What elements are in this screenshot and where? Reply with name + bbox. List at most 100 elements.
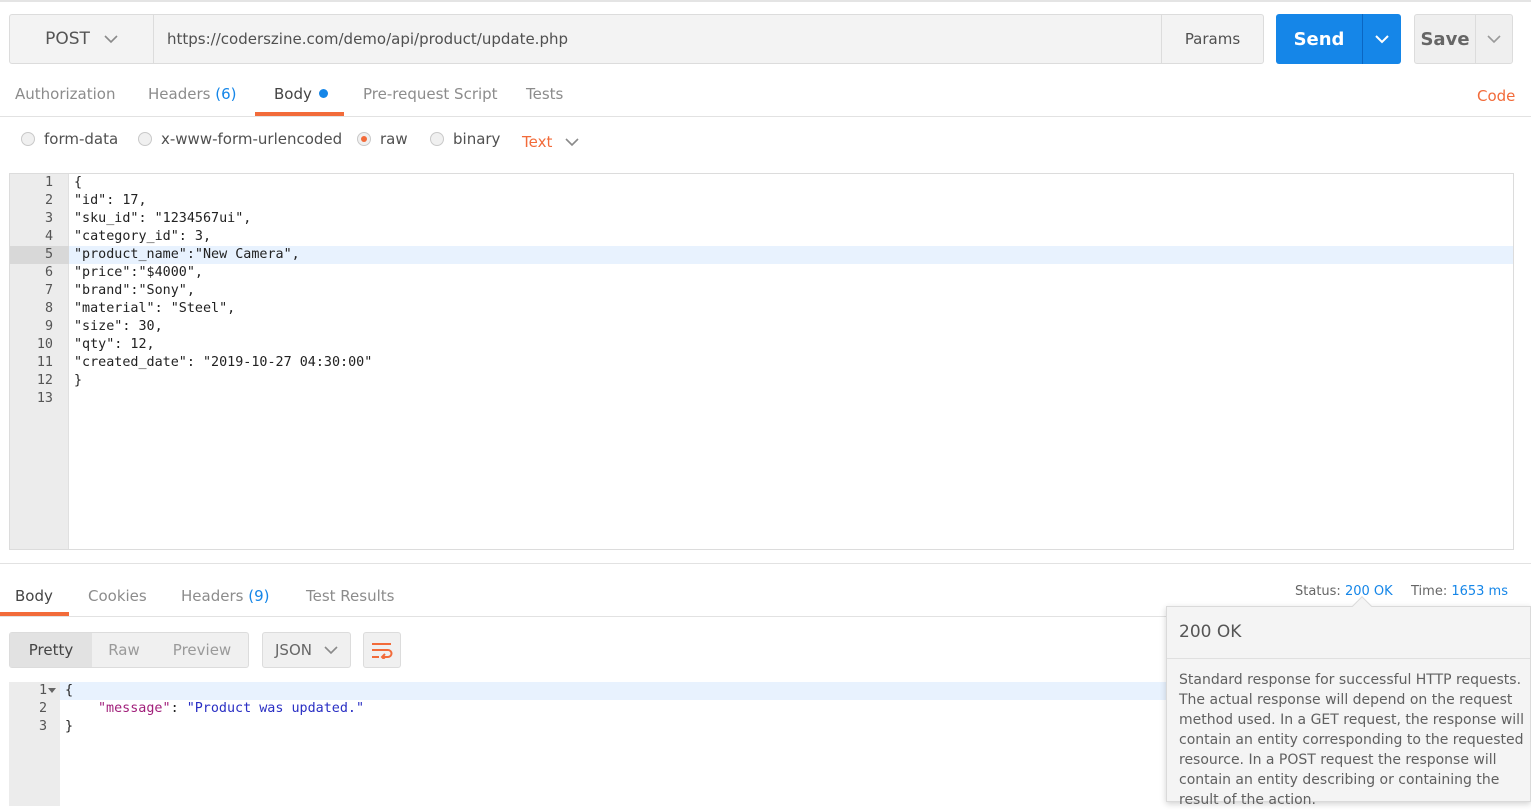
radio-urlencoded-label: x-www-form-urlencoded	[161, 130, 343, 148]
status-value: 200 OK	[1344, 584, 1393, 599]
line-number: 3	[44, 211, 53, 226]
active-tab-indicator	[0, 612, 69, 616]
response-format-select[interactable]: JSON	[262, 632, 351, 668]
code-line: {	[65, 683, 74, 698]
time-value: 1653 ms	[1451, 584, 1508, 599]
method-select[interactable]: POST	[10, 15, 154, 63]
tab-body-label: Body	[274, 85, 312, 103]
response-tab-test-results[interactable]: Test Results	[306, 587, 394, 605]
line-number: 11	[36, 355, 53, 370]
chevron-down-icon	[324, 645, 338, 654]
radio-binary[interactable]: binary	[430, 130, 500, 148]
save-button[interactable]: Save	[1415, 15, 1475, 63]
request-tabs: Authorization Headers (6) Body Pre-reque…	[0, 76, 1531, 117]
response-format-label: JSON	[275, 641, 312, 659]
response-view-mode: Pretty Raw Preview	[9, 632, 249, 668]
line-number: 4	[44, 229, 53, 244]
save-dropdown-button[interactable]	[1475, 15, 1512, 63]
fold-caret-icon[interactable]	[48, 688, 56, 694]
code-line: "category_id": 3,	[74, 229, 212, 244]
code-link[interactable]: Code	[1477, 87, 1515, 105]
send-button-group: Send	[1276, 14, 1401, 64]
code-line: "created_date": "2019-10-27 04:30:00"	[74, 355, 373, 370]
line-number: 8	[44, 301, 53, 316]
wrap-lines-icon	[372, 643, 393, 659]
radio-form-data-label: form-data	[44, 130, 119, 148]
radio-selected-icon	[357, 132, 371, 146]
status-readout[interactable]: Status: 200 OK	[1295, 584, 1393, 599]
tab-headers-label: Headers	[148, 85, 211, 103]
params-button[interactable]: Params	[1161, 15, 1263, 63]
response-tab-headers-label: Headers	[181, 587, 244, 605]
method-label: POST	[45, 29, 90, 49]
line-number: 10	[36, 337, 53, 352]
tab-authorization[interactable]: Authorization	[15, 85, 115, 103]
line-number: 7	[44, 283, 53, 298]
url-input[interactable]	[154, 15, 1161, 63]
line-number: 2	[44, 193, 53, 208]
json-key: "message"	[98, 701, 171, 716]
tab-headers-count: (6)	[215, 85, 237, 103]
code-line: "price":"$4000",	[74, 265, 203, 280]
code-line: "product_name":"New Camera",	[74, 247, 300, 262]
radio-urlencoded[interactable]: x-www-form-urlencoded	[138, 130, 342, 148]
response-tab-body[interactable]: Body	[15, 587, 53, 605]
code-line: "qty": 12,	[74, 337, 155, 352]
line-number: 13	[36, 391, 53, 406]
send-button[interactable]: Send	[1276, 14, 1362, 64]
response-tab-headers-count: (9)	[248, 587, 270, 605]
tab-tests[interactable]: Tests	[526, 85, 563, 103]
request-url-bar: POST Params	[9, 14, 1264, 64]
json-colon: :	[170, 701, 187, 716]
active-tab-indicator	[255, 112, 344, 116]
code-line: "sku_id": "1234567ui",	[74, 211, 252, 226]
line-number: 1	[38, 683, 47, 698]
response-tab-headers[interactable]: Headers (9)	[181, 587, 269, 605]
json-value: "Product was updated."	[186, 701, 365, 716]
tooltip-divider	[1167, 658, 1530, 659]
radio-raw[interactable]: raw	[357, 130, 408, 148]
code-line: "material": "Steel",	[74, 301, 236, 316]
code-line: "id": 17,	[74, 193, 147, 208]
code-line: "size": 30,	[74, 319, 163, 334]
radio-circle-icon	[430, 132, 444, 146]
chevron-down-icon	[1487, 34, 1501, 43]
code-line: "message": "Product was updated."	[98, 700, 364, 718]
modified-dot-icon	[318, 89, 328, 98]
code-line: }	[65, 719, 74, 734]
line-number: 2	[38, 701, 47, 716]
chevron-down-icon	[1375, 34, 1389, 43]
radio-raw-label: raw	[380, 130, 408, 148]
tooltip-title: 200 OK	[1179, 622, 1242, 642]
view-preview-button[interactable]: Preview	[156, 633, 248, 667]
line-number: 5	[44, 247, 53, 262]
code-line: {	[74, 175, 83, 190]
content-type-select[interactable]: Text	[522, 133, 579, 151]
chevron-down-icon	[565, 137, 579, 146]
line-number: 12	[36, 373, 53, 388]
response-tab-cookies[interactable]: Cookies	[88, 587, 147, 605]
time-readout[interactable]: Time: 1653 ms	[1411, 584, 1508, 599]
line-number: 6	[44, 265, 53, 280]
tab-body[interactable]: Body	[274, 85, 328, 103]
radio-circle-icon	[138, 132, 152, 146]
radio-circle-icon	[21, 132, 35, 146]
wrap-lines-button[interactable]	[363, 632, 401, 668]
request-body-editor[interactable]: 1 2 3 4 5 6 7 8 9 10 11 12 13 { "id": 17…	[9, 173, 1514, 550]
send-dropdown-button[interactable]	[1362, 14, 1401, 64]
code-line: "brand":"Sony",	[74, 283, 195, 298]
view-raw-button[interactable]: Raw	[92, 633, 156, 667]
chevron-down-icon	[104, 34, 118, 43]
response-separator	[0, 563, 1531, 564]
radio-form-data[interactable]: form-data	[21, 130, 118, 148]
tab-headers[interactable]: Headers (6)	[148, 85, 236, 103]
status-tooltip: 200 OK Standard response for successful …	[1166, 606, 1531, 808]
tab-pre-request-script[interactable]: Pre-request Script	[363, 85, 498, 103]
top-rule	[0, 0, 1531, 2]
line-number: 3	[38, 719, 47, 734]
status-label: Status:	[1295, 584, 1341, 599]
line-number: 1	[44, 175, 53, 190]
view-pretty-button[interactable]: Pretty	[10, 633, 92, 667]
save-button-group: Save	[1414, 14, 1513, 64]
time-label: Time:	[1411, 584, 1448, 599]
